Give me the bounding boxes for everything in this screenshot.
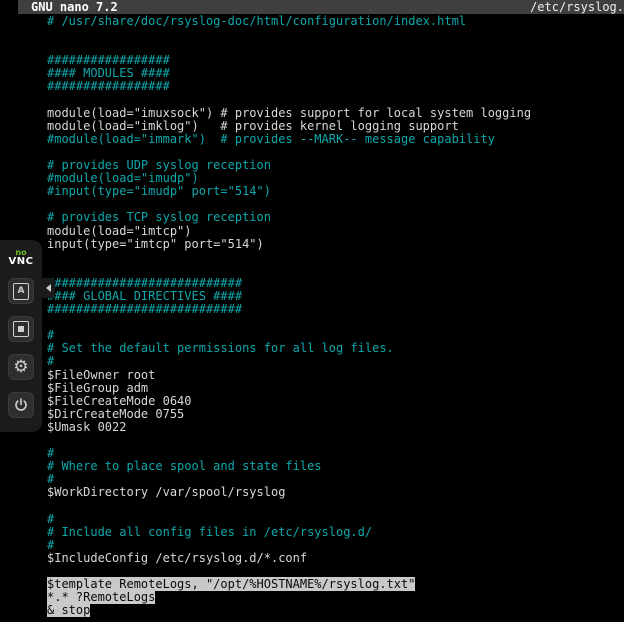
editor-line: module(load="imuxsock") # provides suppo… — [47, 107, 624, 120]
editor-line: #input(type="imudp" port="514") — [47, 185, 624, 198]
editor-line: # — [47, 539, 624, 552]
novnc-logo-bottom: VNC — [9, 257, 34, 266]
editor-area[interactable]: # /usr/share/doc/rsyslog-doc/html/config… — [0, 15, 624, 622]
editor-line: $FileCreateMode 0640 — [47, 395, 624, 408]
editor-line — [47, 28, 624, 41]
editor-line: $IncludeConfig /etc/rsyslog.d/*.conf — [47, 552, 624, 565]
editor-line — [47, 316, 624, 329]
editor-line: $Umask 0022 — [47, 421, 624, 434]
fullscreen-icon — [13, 321, 29, 337]
editor-line: *.* ?RemoteLogs — [47, 591, 624, 604]
editor-line: # /usr/share/doc/rsyslog-doc/html/config… — [47, 15, 624, 28]
editor-line: # — [47, 355, 624, 368]
editor-line — [47, 264, 624, 277]
editor-line: input(type="imtcp" port="514") — [47, 238, 624, 251]
editor-line: $DirCreateMode 0755 — [47, 408, 624, 421]
power-button[interactable] — [8, 392, 34, 418]
editor-line: $FileOwner root — [47, 369, 624, 382]
chevron-left-icon — [46, 284, 51, 292]
editor-line: $WorkDirectory /var/spool/rsyslog — [47, 486, 624, 499]
editor-line — [47, 499, 624, 512]
editor-line: ################# — [47, 80, 624, 93]
fullscreen-button[interactable] — [8, 316, 34, 342]
editor-line: # provides TCP syslog reception — [47, 211, 624, 224]
gear-icon: ⚙ — [13, 359, 28, 376]
editor-line: & stop — [47, 604, 624, 617]
nano-app-title: GNU nano 7.2 — [31, 0, 118, 14]
editor-line: module(load="imklog") # provides kernel … — [47, 120, 624, 133]
power-icon — [13, 397, 29, 413]
editor-line: module(load="imtcp") — [47, 225, 624, 238]
settings-button[interactable]: ⚙ — [8, 354, 34, 380]
novnc-control-bar: no VNC A ⚙ — [0, 240, 42, 432]
nano-titlebar: GNU nano 7.2 /etc/rsyslog. — [18, 0, 624, 14]
clipboard-icon: A — [13, 283, 29, 300]
novnc-logo: no VNC — [9, 248, 34, 266]
editor-line: #module(load="immark") # provides --MARK… — [47, 133, 624, 146]
editor-line: # — [47, 513, 624, 526]
editor-line: # Include all config files in /etc/rsysl… — [47, 526, 624, 539]
nano-file-path: /etc/rsyslog. — [530, 0, 624, 14]
editor-line — [47, 94, 624, 107]
control-bar-handle[interactable] — [42, 278, 55, 298]
clipboard-button[interactable]: A — [8, 278, 34, 304]
editor-line — [47, 251, 624, 264]
editor-lines: # /usr/share/doc/rsyslog-doc/html/config… — [47, 15, 624, 617]
editor-line: ########################### — [47, 277, 624, 290]
editor-line: ########################### — [47, 303, 624, 316]
editor-line: # Where to place spool and state files — [47, 460, 624, 473]
editor-line: $FileGroup adm — [47, 382, 624, 395]
editor-line: # Set the default permissions for all lo… — [47, 342, 624, 355]
editor-line — [47, 434, 624, 447]
